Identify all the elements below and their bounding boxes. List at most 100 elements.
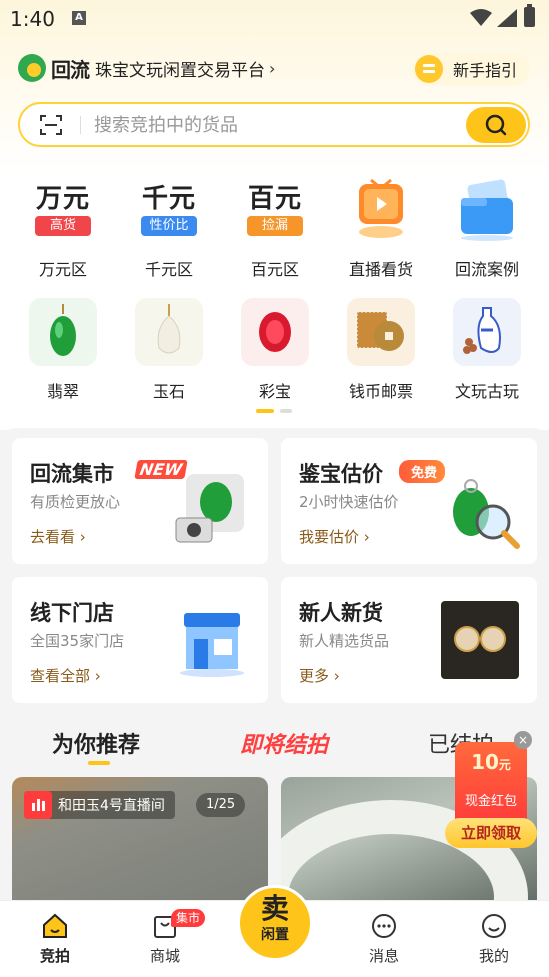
coin-stamp-icon: [347, 298, 415, 366]
nav-label: 竞拍: [39, 947, 70, 965]
guide-label: 新手指引: [453, 61, 518, 80]
category-wanyuan[interactable]: 万元 高货 万元区: [13, 178, 113, 279]
bottom-nav: 竞拍 商城 集市 卖 闲置 消息 我的: [0, 885, 549, 977]
category-label: 回流案例: [454, 260, 519, 279]
category-antiques[interactable]: 文玩古玩: [437, 298, 537, 402]
status-time: 1:40: [10, 7, 55, 31]
price-tier-tag: 捡漏: [247, 216, 303, 236]
category-label: 彩宝: [258, 382, 291, 401]
battery-icon: [524, 4, 535, 27]
profile-icon: [482, 914, 506, 938]
category-label: 文玩古玩: [454, 382, 519, 401]
card-link[interactable]: 查看全部 ›: [30, 665, 101, 686]
jade-camera-icon: [175, 474, 244, 543]
card-subtitle: 全国35家门店: [30, 632, 125, 650]
card-newbie[interactable]: 新人新货 新人精选货品 更多 ›: [281, 577, 537, 703]
brand-name: 回流: [51, 57, 90, 82]
card-title: 鉴宝估价: [299, 462, 383, 486]
scan-icon[interactable]: [40, 115, 62, 135]
image-page-indicator: 1/25: [196, 793, 246, 817]
nav-bid[interactable]: 竞拍: [15, 911, 95, 966]
category-label: 千元区: [144, 260, 193, 279]
category-label: 玉石: [152, 382, 185, 401]
card-link[interactable]: 更多 ›: [299, 665, 340, 686]
ruby-icon: [241, 298, 309, 366]
price-tier-tag: 高货: [35, 216, 91, 236]
nav-label: 消息: [368, 947, 399, 965]
brand-header[interactable]: 回流 珠宝文玩闲置交易平台 ›: [18, 53, 275, 83]
nav-messages[interactable]: 消息: [344, 911, 424, 966]
search-bar: [18, 102, 530, 147]
brand-slogan: 珠宝文玩闲置交易平台: [95, 60, 265, 81]
price-tier-title: 千元: [141, 184, 196, 214]
tab-ending-soon[interactable]: 即将结拍: [240, 727, 328, 759]
category-jadeite[interactable]: 翡翠: [13, 298, 113, 402]
newbie-guide-button[interactable]: 新手指引: [413, 53, 530, 85]
status-bar: 1:40 A: [0, 0, 549, 38]
nav-label: 商城: [149, 947, 180, 965]
category-live[interactable]: 直播看货: [331, 178, 431, 279]
mall-badge: 集市: [171, 909, 205, 927]
signal-icon: [497, 9, 517, 27]
card-link[interactable]: 去看看 ›: [30, 526, 86, 547]
white-jade-icon: [135, 298, 203, 366]
folder-card-icon: [461, 179, 513, 241]
category-label: 直播看货: [348, 260, 413, 279]
category-label: 万元区: [38, 260, 87, 279]
search-divider: [80, 116, 81, 134]
message-icon: [372, 914, 396, 938]
red-envelope-promo[interactable]: 10元 现金红包 立即领取 ×: [445, 731, 537, 850]
search-input[interactable]: [94, 112, 454, 138]
price-tier-tag: 性价比: [141, 216, 197, 236]
tab-underline: [88, 761, 110, 765]
close-icon[interactable]: ×: [514, 731, 532, 749]
card-stores[interactable]: 线下门店 全国35家门店 查看全部 ›: [12, 577, 268, 703]
antique-vase-icon: [453, 298, 521, 366]
card-subtitle: 新人精选货品: [299, 632, 390, 650]
store-icon: [180, 613, 244, 677]
card-appraise[interactable]: 鉴宝估价 免费 2小时快速估价 我要估价 ›: [281, 438, 537, 564]
price-tier-title: 百元: [247, 184, 302, 214]
live-bars-icon: [24, 791, 52, 819]
home-icon: [43, 913, 67, 938]
guide-icon: [415, 55, 443, 83]
feed-card-live[interactable]: 和田玉4号直播间 1/25: [12, 777, 268, 907]
category-baiyuan[interactable]: 百元 捡漏 百元区: [225, 178, 325, 279]
price-tier-title: 万元: [35, 184, 90, 214]
search-icon: [485, 114, 507, 136]
notification-icon: A: [72, 11, 86, 25]
nav-label: 我的: [478, 947, 509, 965]
page-dot: [280, 409, 292, 413]
promo-amount: 10元: [471, 750, 511, 774]
card-title: 回流集市: [30, 462, 114, 486]
magnifier-jade-icon: [453, 479, 520, 549]
sell-button[interactable]: 卖 闲置: [237, 885, 313, 961]
category-label: 翡翠: [46, 382, 79, 401]
category-cases[interactable]: 回流案例: [437, 178, 537, 279]
card-subtitle: 2小时快速估价: [299, 493, 399, 511]
page-dot-active: [256, 409, 274, 413]
tab-recommend[interactable]: 为你推荐: [52, 727, 140, 759]
pearl-earrings-image: [441, 601, 519, 679]
search-button[interactable]: [466, 107, 526, 143]
category-qianyuan[interactable]: 千元 性价比 千元区: [119, 178, 219, 279]
nav-mall[interactable]: 商城 集市: [125, 909, 205, 966]
card-link[interactable]: 我要估价 ›: [299, 526, 370, 547]
jade-pendant-icon: [29, 298, 97, 366]
live-tag: 和田玉4号直播间: [24, 791, 175, 819]
free-badge: 免费: [399, 460, 446, 483]
category-jade-stone[interactable]: 玉石: [119, 298, 219, 402]
card-title: 线下门店: [30, 601, 114, 625]
card-title: 新人新货: [299, 601, 383, 625]
wifi-icon: [470, 9, 492, 26]
category-coins-stamps[interactable]: 钱币邮票: [331, 298, 431, 402]
live-room-title: 和田玉4号直播间: [58, 798, 165, 814]
card-market[interactable]: 回流集市 NEW 有质检更放心 去看看 ›: [12, 438, 268, 564]
nav-mine[interactable]: 我的: [454, 911, 534, 966]
sell-label: 卖: [260, 892, 289, 925]
brand-logo-icon: [18, 54, 46, 82]
category-gems[interactable]: 彩宝: [225, 298, 325, 402]
claim-button[interactable]: 立即领取: [445, 818, 537, 848]
category-label: 百元区: [250, 260, 299, 279]
sell-sublabel: 闲置: [261, 927, 289, 943]
